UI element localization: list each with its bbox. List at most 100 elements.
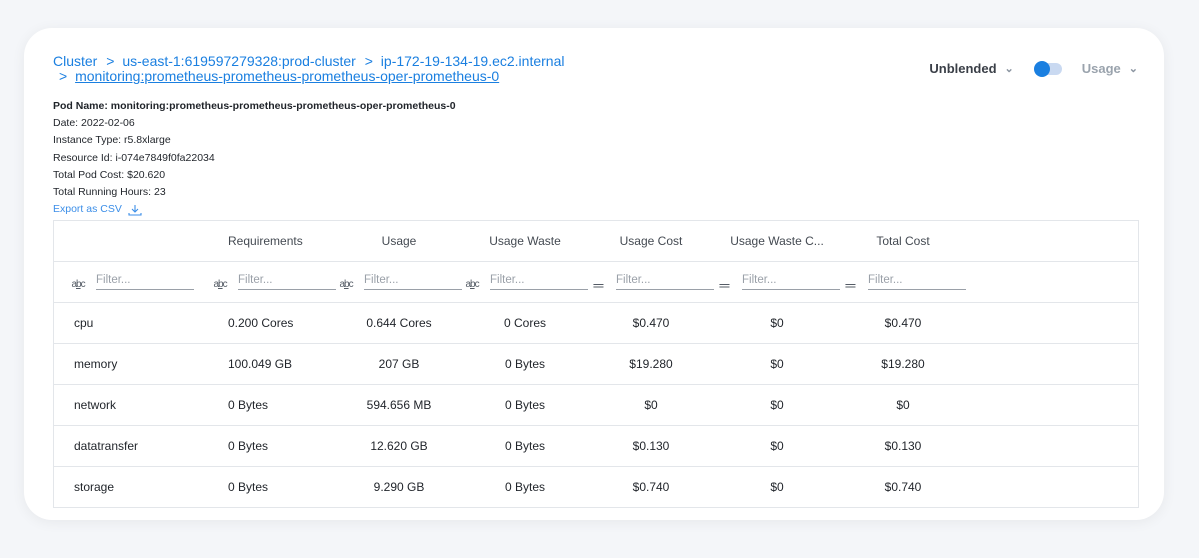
- cell-total-cost: $0: [896, 398, 910, 412]
- pod-name-label: Pod Name:: [53, 100, 108, 112]
- breadcrumb-separator: >: [59, 68, 68, 84]
- filter-input-resource[interactable]: Filter...: [96, 274, 194, 290]
- cell-usage: 207 GB: [378, 357, 420, 371]
- breadcrumb-node[interactable]: ip-172-19-134-19.ec2.internal: [381, 53, 565, 69]
- date-label: Date:: [53, 117, 79, 130]
- breadcrumb-pod[interactable]: monitoring:prometheus-prometheus-prometh…: [75, 68, 499, 84]
- cell-requirements: 0 Bytes: [228, 480, 269, 494]
- cell-total-cost: $0.130: [884, 439, 922, 453]
- total-pod-cost-value: $20.620: [127, 168, 166, 181]
- instance-type-label: Instance Type:: [53, 134, 122, 147]
- cell-usage-waste-cost: $0: [770, 439, 784, 453]
- column-header-requirements[interactable]: Requirements: [210, 234, 336, 248]
- pod-name-line: Pod Name: monitoring:prometheus-promethe…: [53, 98, 456, 115]
- filter-input-total-cost[interactable]: Filter...: [868, 274, 966, 290]
- instance-type-value: r5.8xlarge: [124, 134, 171, 147]
- total-running-hours-label: Total Running Hours:: [53, 186, 152, 199]
- total-running-hours-value: 23: [153, 186, 166, 199]
- cell-usage-waste-cost: $0: [770, 398, 784, 412]
- cell-total-cost: $19.280: [881, 357, 925, 371]
- filter-input-usage-waste[interactable]: Filter...: [490, 274, 588, 290]
- view-toggle[interactable]: [1033, 60, 1062, 77]
- filter-input-usage-waste-cost[interactable]: Filter...: [742, 274, 840, 290]
- text-filter-icon[interactable]: abc: [462, 279, 482, 290]
- text-filter-icon[interactable]: abc: [210, 279, 230, 290]
- column-header-usage-cost[interactable]: Usage Cost: [588, 234, 714, 248]
- metric-value: Usage: [1081, 61, 1121, 76]
- breadcrumb: Cluster > us-east-1:619597279328:prod-cl…: [53, 54, 564, 84]
- filter-row: abc Filter... abc Filter... abc Filter..…: [54, 262, 1138, 303]
- download-icon: [128, 204, 142, 216]
- cell-usage-waste-cost: $0: [770, 316, 784, 330]
- total-pod-cost-label: Total Pod Cost:: [53, 168, 125, 181]
- cell-resource: memory: [74, 357, 118, 371]
- filter-cell-resource: abc Filter...: [54, 274, 210, 290]
- export-csv-label: Export as CSV: [53, 203, 122, 216]
- resource-table: Requirements Usage Usage Waste Usage Cos…: [53, 220, 1139, 508]
- cell-requirements: 0.200 Cores: [228, 316, 294, 330]
- total-running-hours-line: Total Running Hours: 23: [53, 184, 456, 201]
- pod-name-value: monitoring:prometheus-prometheus-prometh…: [110, 100, 456, 112]
- filter-input-usage[interactable]: Filter...: [364, 274, 462, 290]
- filter-cell-usage-waste-cost: ═ Filter...: [714, 274, 840, 292]
- cell-usage-waste: 0 Bytes: [504, 357, 546, 371]
- text-filter-icon[interactable]: abc: [336, 279, 356, 290]
- column-header-total-cost[interactable]: Total Cost: [840, 234, 966, 248]
- cell-requirements: 0 Bytes: [228, 398, 269, 412]
- cell-resource: storage: [74, 480, 115, 494]
- equals-filter-icon[interactable]: ═: [714, 278, 734, 292]
- cell-requirements: 100.049 GB: [228, 357, 293, 371]
- resource-id-value: i-074e7849f0fa22034: [115, 151, 215, 164]
- cost-type-dropdown[interactable]: Unblended ⌄: [929, 61, 1013, 76]
- cell-usage-cost: $19.280: [629, 357, 673, 371]
- cell-requirements: 0 Bytes: [228, 439, 269, 453]
- filter-cell-usage-cost: ═ Filter...: [588, 274, 714, 292]
- cell-usage-waste-cost: $0: [770, 357, 784, 371]
- pod-metadata: Pod Name: monitoring:prometheus-promethe…: [53, 98, 456, 218]
- cell-usage-waste: 0 Cores: [503, 316, 547, 330]
- column-header-usage-waste[interactable]: Usage Waste: [462, 234, 588, 248]
- view-controls: Unblended ⌄ Usage ⌄: [929, 60, 1138, 77]
- table-row[interactable]: network 0 Bytes 594.656 MB 0 Bytes $0 $0…: [54, 385, 1138, 426]
- table-header: Requirements Usage Usage Waste Usage Cos…: [54, 221, 1138, 262]
- filter-cell-total-cost: ═ Filter...: [840, 274, 966, 292]
- instance-type-line: Instance Type: r5.8xlarge: [53, 132, 456, 149]
- cell-resource: cpu: [74, 316, 94, 330]
- table-row[interactable]: cpu 0.200 Cores 0.644 Cores 0 Cores $0.4…: [54, 303, 1138, 344]
- equals-filter-icon[interactable]: ═: [588, 278, 608, 292]
- filter-input-usage-cost[interactable]: Filter...: [616, 274, 714, 290]
- cell-usage: 0.644 Cores: [366, 316, 432, 330]
- cell-resource: network: [74, 398, 117, 412]
- column-header-usage-waste-cost[interactable]: Usage Waste C...: [714, 234, 840, 248]
- chevron-down-icon: ⌄: [1128, 63, 1138, 75]
- cost-type-value: Unblended: [929, 61, 997, 76]
- cell-usage: 594.656 MB: [366, 398, 432, 412]
- metric-dropdown[interactable]: Usage ⌄: [1082, 61, 1138, 76]
- chevron-down-icon: ⌄: [1004, 63, 1014, 75]
- cell-total-cost: $0.740: [884, 480, 922, 494]
- column-header-usage[interactable]: Usage: [336, 234, 462, 248]
- cell-usage-waste: 0 Bytes: [504, 439, 546, 453]
- cell-usage-waste: 0 Bytes: [504, 398, 546, 412]
- text-filter-icon[interactable]: abc: [68, 279, 88, 290]
- filter-cell-usage-waste: abc Filter...: [462, 274, 588, 290]
- filter-cell-requirements: abc Filter...: [210, 274, 336, 290]
- cell-usage-waste-cost: $0: [770, 480, 784, 494]
- date-line: Date: 2022-02-06: [53, 115, 456, 132]
- cell-total-cost: $0.470: [884, 316, 922, 330]
- toggle-knob: [1033, 60, 1050, 77]
- export-csv-button[interactable]: Export as CSV: [53, 201, 456, 218]
- cell-usage: 9.290 GB: [373, 480, 425, 494]
- table-row[interactable]: datatransfer 0 Bytes 12.620 GB 0 Bytes $…: [54, 426, 1138, 467]
- breadcrumb-cluster-root[interactable]: Cluster: [53, 53, 97, 69]
- filter-input-requirements[interactable]: Filter...: [238, 274, 336, 290]
- table-row[interactable]: memory 100.049 GB 207 GB 0 Bytes $19.280…: [54, 344, 1138, 385]
- breadcrumb-cluster[interactable]: us-east-1:619597279328:prod-cluster: [122, 53, 356, 69]
- equals-filter-icon[interactable]: ═: [840, 278, 860, 292]
- cell-resource: datatransfer: [74, 439, 139, 453]
- total-pod-cost-line: Total Pod Cost: $20.620: [53, 167, 456, 184]
- table-row[interactable]: storage 0 Bytes 9.290 GB 0 Bytes $0.740 …: [54, 467, 1138, 508]
- filter-cell-usage: abc Filter...: [336, 274, 462, 290]
- resource-id-line: Resource Id: i-074e7849f0fa22034: [53, 150, 456, 167]
- cell-usage-cost: $0.470: [632, 316, 670, 330]
